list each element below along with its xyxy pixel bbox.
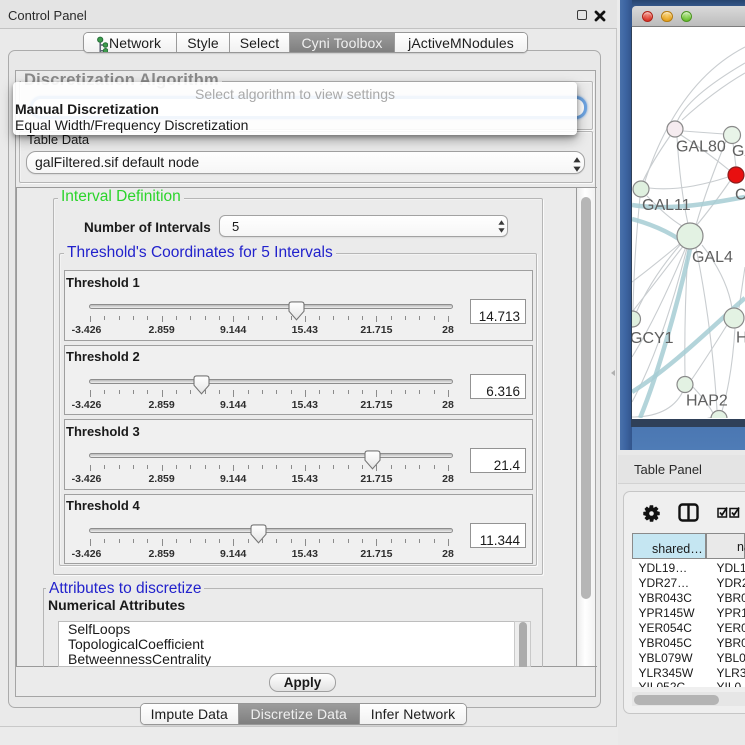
- svg-text:HAP2: HAP2: [686, 393, 728, 410]
- svg-text:GAL11: GAL11: [642, 197, 691, 214]
- svg-text:GCY1: GCY1: [632, 330, 674, 347]
- svg-text:GA: GA: [732, 143, 745, 160]
- svg-text:CY: CY: [735, 187, 745, 204]
- svg-text:GAL4: GAL4: [692, 249, 733, 266]
- svg-text:GAL80: GAL80: [676, 139, 726, 156]
- svg-text:HI: HI: [736, 330, 745, 347]
